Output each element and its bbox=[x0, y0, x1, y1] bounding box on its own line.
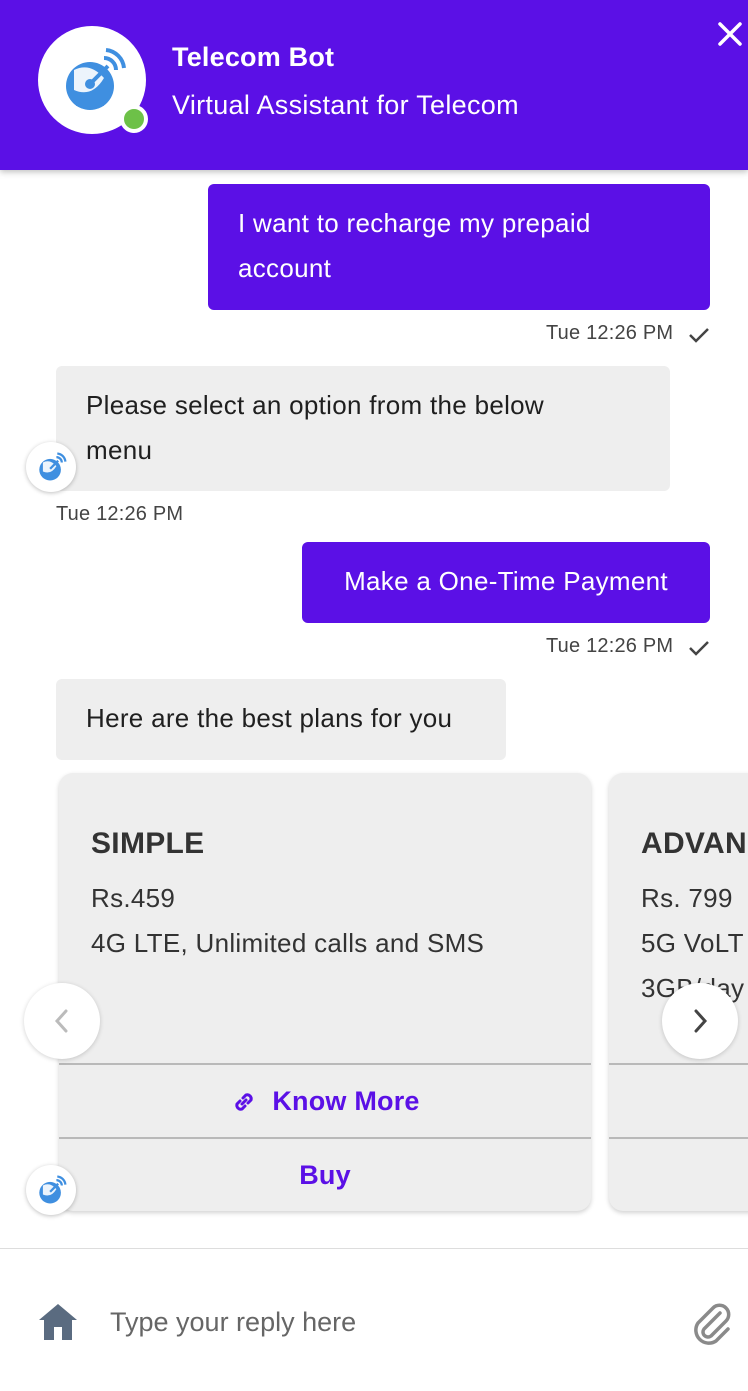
user-message: Make a One-Time Payment bbox=[302, 542, 710, 623]
know-more-button[interactable] bbox=[609, 1063, 748, 1138]
carousel-prev-button[interactable] bbox=[24, 983, 100, 1059]
home-icon[interactable] bbox=[36, 1301, 80, 1343]
buy-button[interactable] bbox=[609, 1137, 748, 1211]
know-more-label: Know More bbox=[272, 1086, 420, 1116]
plan-title: ADVAN bbox=[641, 827, 747, 860]
message-timestamp: Tue 12:26 PM bbox=[546, 635, 674, 657]
message-timestamp: Tue 12:26 PM bbox=[56, 503, 184, 525]
chevron-right-icon bbox=[694, 1009, 708, 1033]
know-more-button[interactable]: Know More bbox=[59, 1063, 591, 1138]
message-timestamp: Tue 12:26 PM bbox=[546, 322, 674, 344]
bot-name: Telecom Bot bbox=[172, 42, 335, 72]
bot-avatar-small bbox=[26, 442, 76, 492]
bot-subtitle: Virtual Assistant for Telecom bbox=[172, 90, 519, 120]
online-status-dot bbox=[120, 105, 148, 133]
check-icon bbox=[689, 641, 709, 656]
bot-message: Please select an option from the below m… bbox=[56, 366, 670, 491]
carousel-next-button[interactable] bbox=[662, 983, 738, 1059]
plan-title: SIMPLE bbox=[91, 827, 205, 860]
satellite-dish-icon bbox=[39, 1175, 67, 1204]
user-message: I want to recharge my prepaid account bbox=[208, 184, 710, 310]
close-icon[interactable] bbox=[714, 18, 746, 50]
chat-transcript[interactable]: I want to recharge my prepaid account Tu… bbox=[0, 170, 748, 1248]
satellite-dish-icon bbox=[39, 452, 67, 481]
plan-price: Rs. 799 bbox=[641, 883, 733, 913]
buy-label: Buy bbox=[299, 1160, 351, 1190]
message-line: Please select an option from the below bbox=[86, 390, 544, 420]
message-line: I want to recharge my prepaid bbox=[238, 208, 591, 238]
plan-description: 5G VoLT bbox=[641, 928, 744, 958]
plan-price: Rs.459 bbox=[91, 883, 176, 913]
paperclip-icon[interactable] bbox=[690, 1299, 732, 1345]
check-icon bbox=[689, 328, 709, 343]
bot-avatar-small bbox=[26, 1165, 76, 1215]
link-icon bbox=[235, 1092, 254, 1111]
plan-description: 4G LTE, Unlimited calls and SMS bbox=[91, 928, 485, 958]
plan-card-simple: SIMPLE Rs.459 4G LTE, Unlimited calls an… bbox=[59, 773, 591, 1211]
bot-message: Here are the best plans for you bbox=[56, 679, 506, 760]
bot-avatar bbox=[38, 26, 148, 134]
buy-button[interactable]: Buy bbox=[59, 1137, 591, 1211]
message-line: Make a One-Time Payment bbox=[344, 566, 668, 596]
message-line: menu bbox=[86, 435, 153, 465]
reply-composer bbox=[0, 1248, 748, 1391]
chevron-left-icon bbox=[54, 1009, 68, 1033]
message-line: account bbox=[238, 253, 332, 283]
chat-header: Telecom Bot Virtual Assistant for Teleco… bbox=[0, 0, 748, 170]
message-line: Here are the best plans for you bbox=[86, 703, 453, 733]
reply-input[interactable] bbox=[108, 1299, 672, 1345]
